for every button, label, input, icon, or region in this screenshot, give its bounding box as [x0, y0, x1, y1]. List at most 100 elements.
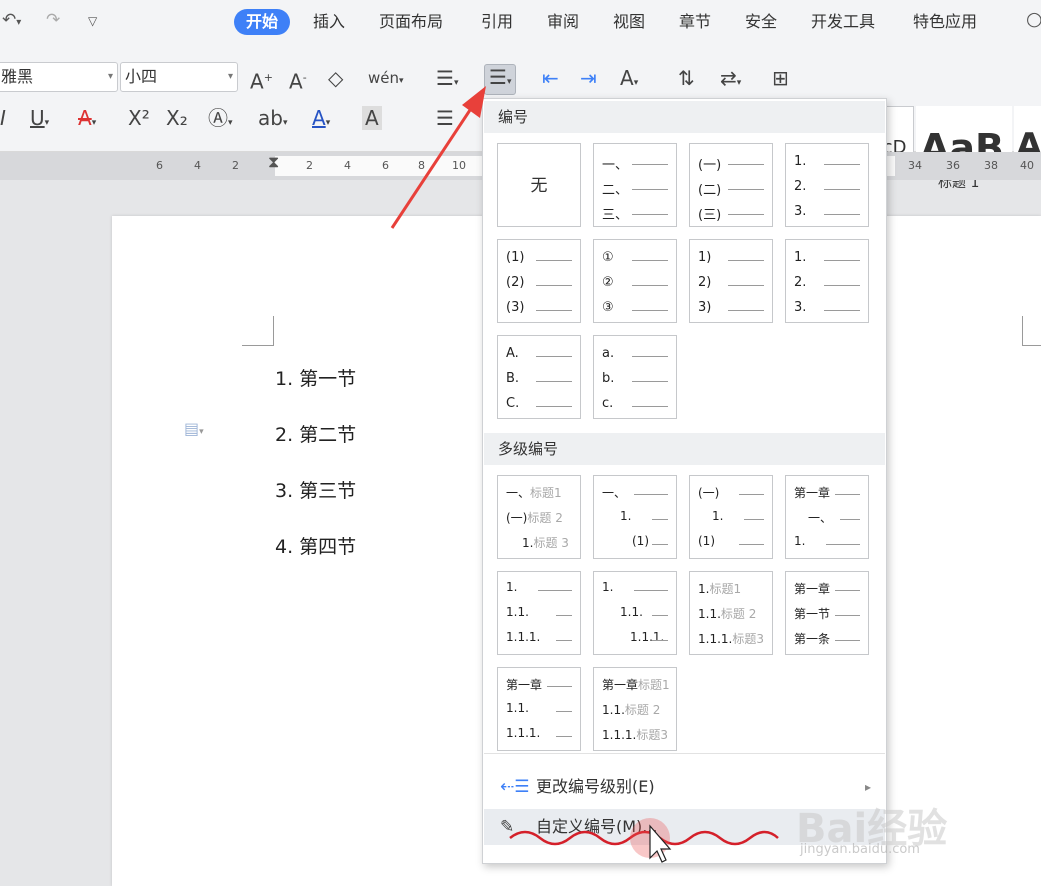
- subscript-icon[interactable]: X₂: [166, 106, 188, 130]
- tab-view[interactable]: 视图: [613, 9, 645, 35]
- font-size-select[interactable]: 小四 ▾: [120, 62, 238, 92]
- ruler-tick: 6: [156, 159, 163, 172]
- sample-text-line: [632, 260, 668, 261]
- numbering-option[interactable]: (一) (二) (三): [689, 143, 773, 227]
- paragraph-handle-icon[interactable]: ▤▾: [184, 419, 204, 438]
- text-direction-icon[interactable]: A▾: [620, 66, 638, 95]
- multilevel-heading-hint: 标题 2: [527, 511, 563, 525]
- sample-text-line: [632, 406, 668, 407]
- ribbon-tab-bar: ↶▾ ↷ ▽ 开始 插入 页面布局 引用 审阅 视图 章节 安全 开发工具 特色…: [0, 0, 1041, 44]
- list-paragraph[interactable]: 1. 第一节: [275, 364, 356, 391]
- multilevel-option[interactable]: 一、标题1 (一)标题 2 1.标题 3: [497, 475, 581, 559]
- list-paragraph[interactable]: 3. 第三节: [275, 476, 356, 503]
- numbering-sample-label: (2): [506, 275, 525, 290]
- bullet-list-icon[interactable]: ☰▾: [436, 66, 458, 95]
- tab-home[interactable]: 开始: [234, 9, 291, 35]
- multilevel-option[interactable]: 一、 1. (1): [593, 475, 677, 559]
- grow-font-icon[interactable]: A+: [250, 66, 273, 94]
- numbering-option[interactable]: A. B. C.: [497, 335, 581, 419]
- multilevel-sample: 1.1.标题 2: [698, 605, 756, 622]
- sample-text-line: [824, 260, 860, 261]
- multilevel-heading-hint: 标题3: [636, 728, 668, 742]
- multilevel-number: 一、: [506, 486, 531, 500]
- numbering-sample-label: ②: [602, 275, 614, 290]
- increase-indent-icon[interactable]: ⇥: [580, 66, 597, 90]
- indent-marker-icon[interactable]: ⧗: [268, 152, 279, 172]
- borders-icon[interactable]: ⊞: [772, 66, 789, 90]
- numbering-option[interactable]: 1. 2. 3.: [785, 239, 869, 323]
- tab-review[interactable]: 审阅: [547, 9, 579, 35]
- multilevel-option[interactable]: 1. 1.1. 1.1.1.: [593, 571, 677, 655]
- multilevel-number: (1): [698, 534, 715, 548]
- list-paragraph[interactable]: 2. 第二节: [275, 420, 356, 447]
- tab-references[interactable]: 引用: [481, 9, 513, 35]
- font-name-select[interactable]: 雅黑 ▾: [0, 62, 118, 92]
- character-shading-icon[interactable]: A: [362, 106, 382, 130]
- multilevel-option[interactable]: 第一章 1.1. 1.1.1.: [497, 667, 581, 751]
- multilevel-heading-hint: 标题1: [530, 486, 562, 500]
- multilevel-option[interactable]: 1.标题1 1.1.标题 2 1.1.1.标题3: [689, 571, 773, 655]
- sample-text-line: [536, 310, 572, 311]
- clear-format-icon[interactable]: ◇: [328, 66, 343, 90]
- tab-insert[interactable]: 插入: [313, 9, 345, 35]
- numbering-option[interactable]: ① ② ③: [593, 239, 677, 323]
- multilevel-sample: 一、: [602, 484, 626, 501]
- multilevel-option[interactable]: 1. 1.1. 1.1.1.: [497, 571, 581, 655]
- line-spacing-icon[interactable]: ⇄▾: [720, 66, 741, 95]
- multilevel-option[interactable]: (一) 1. (1): [689, 475, 773, 559]
- italic-icon[interactable]: I: [0, 106, 6, 130]
- multilevel-number: 第一章: [794, 486, 831, 500]
- custom-numbering-label: 自定义编号(M)...: [536, 817, 658, 836]
- highlight-icon[interactable]: ab▾: [258, 106, 287, 135]
- numbering-option[interactable]: 1) 2) 3): [689, 239, 773, 323]
- multilevel-number: (一): [698, 486, 720, 500]
- font-color-icon[interactable]: A▾: [312, 106, 330, 135]
- tab-special[interactable]: 特色应用: [913, 9, 977, 35]
- customize-quick-access-icon[interactable]: ▽: [88, 14, 97, 28]
- sort-icon[interactable]: ⇅: [678, 66, 695, 90]
- multilevel-sample: 1.1.: [620, 605, 643, 619]
- numbered-list-button[interactable]: ☰▾: [484, 64, 517, 95]
- text-effect-icon[interactable]: Ⓐ▾: [208, 106, 233, 135]
- list-paragraph[interactable]: 4. 第四节: [275, 532, 356, 559]
- numbering-option[interactable]: 1. 2. 3.: [785, 143, 869, 227]
- multilevel-number: 1.: [712, 509, 724, 523]
- align-left-icon[interactable]: ☰: [436, 106, 454, 130]
- sample-text-line: [824, 310, 860, 311]
- tab-security[interactable]: 安全: [745, 9, 777, 35]
- numbering-sample-label: 2.: [794, 275, 807, 290]
- sample-text-line: [728, 285, 764, 286]
- sample-text-line: [556, 711, 572, 712]
- phonetic-guide-icon[interactable]: wén▾: [368, 66, 404, 93]
- sample-text-line: [728, 310, 764, 311]
- superscript-icon[interactable]: X²: [128, 106, 150, 130]
- sample-text-line: [824, 164, 860, 165]
- numbering-option[interactable]: (1) (2) (3): [497, 239, 581, 323]
- numbering-option[interactable]: 一、 二、 三、: [593, 143, 677, 227]
- underline-icon[interactable]: U▾: [30, 106, 49, 135]
- sample-text-line: [632, 285, 668, 286]
- numbering-option-none[interactable]: 无: [497, 143, 581, 227]
- redo-icon[interactable]: ↷: [46, 10, 60, 30]
- search-icon[interactable]: ○: [1026, 8, 1041, 30]
- multilevel-option[interactable]: 第一章 第一节 第一条: [785, 571, 869, 655]
- menu-divider: [484, 753, 885, 754]
- decrease-indent-icon[interactable]: ⇤: [542, 66, 559, 90]
- shrink-font-icon[interactable]: A-: [289, 66, 307, 94]
- strikethrough-icon[interactable]: A▾: [78, 106, 96, 135]
- tab-section[interactable]: 章节: [679, 9, 711, 35]
- numbering-sample-label: 2): [698, 275, 712, 290]
- tab-developer[interactable]: 开发工具: [811, 9, 875, 35]
- sample-text-line: [632, 214, 668, 215]
- undo-icon[interactable]: ↶▾: [2, 10, 21, 30]
- sample-text-line: [826, 544, 860, 545]
- numbering-sample-label: C.: [506, 396, 520, 411]
- multilevel-option[interactable]: 第一章 一、 1.: [785, 475, 869, 559]
- multilevel-sample: 1.1.1.: [506, 630, 540, 644]
- multilevel-option[interactable]: 第一章标题1 1.1.标题 2 1.1.1.标题3: [593, 667, 677, 751]
- sample-text-line: [632, 356, 668, 357]
- numbering-sample-label: (3): [506, 300, 525, 315]
- ruler-tick: 38: [984, 159, 998, 172]
- numbering-option[interactable]: a. b. c.: [593, 335, 677, 419]
- tab-page-layout[interactable]: 页面布局: [379, 9, 443, 35]
